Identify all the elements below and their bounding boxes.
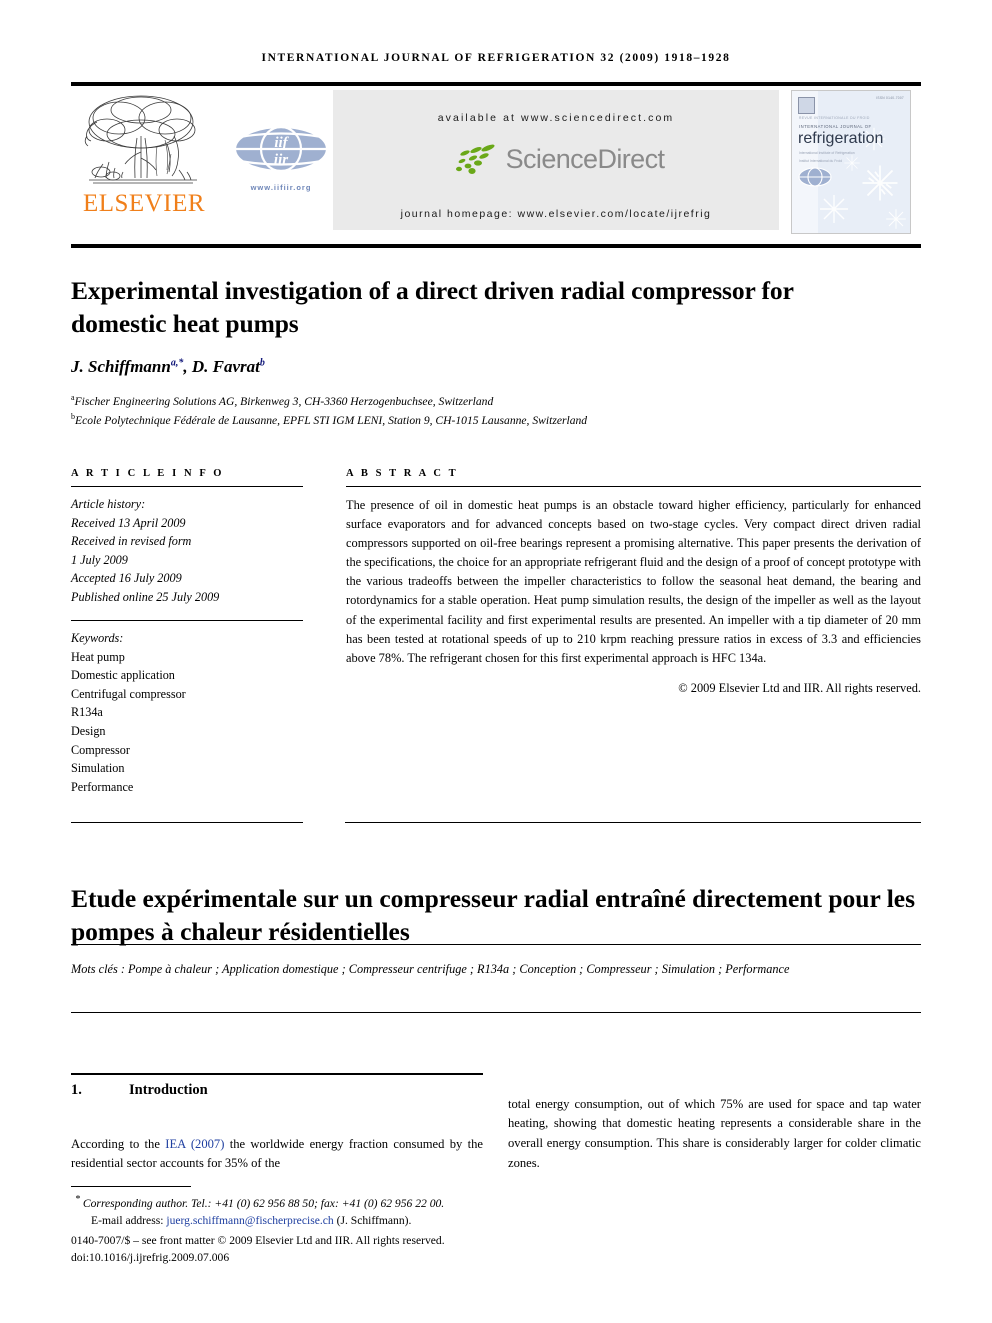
intro-paragraph-right: total energy consumption, out of which 7… (508, 1096, 921, 1171)
doi-line: doi:10.1016/j.ijrefrig.2009.07.006 (71, 1251, 230, 1265)
available-at-label: available at www.sciencedirect.com (437, 112, 675, 124)
history-item: Accepted 16 July 2009 (71, 571, 182, 586)
article-history: Article history: Received 13 April 2009 … (71, 495, 303, 606)
divider (345, 822, 921, 823)
keywords-list: Keywords: Heat pump Domestic application… (71, 629, 303, 796)
footnote-rule (71, 1186, 191, 1187)
abstract-heading: A B S T R A C T (346, 468, 459, 479)
sciencedirect-leaves-icon (455, 144, 495, 174)
cover-subtitle-en: INTERNATIONAL JOURNAL OF (799, 124, 872, 129)
journal-homepage-label: journal homepage: www.elsevier.com/locat… (400, 208, 712, 220)
asterisk-icon: * (75, 1194, 80, 1205)
elsevier-wordmark: ELSEVIER (82, 190, 206, 217)
keyword-item: Heat pump (71, 649, 125, 664)
elsevier-tree-icon (79, 92, 207, 190)
sciencedirect-logo: ScienceDirect (333, 142, 779, 176)
divider (71, 1012, 921, 1013)
divider (71, 944, 921, 945)
svg-text:iir: iir (274, 152, 288, 168)
running-head: INTERNATIONAL JOURNAL OF REFRIGERATION 3… (261, 52, 731, 64)
journal-article-page: INTERNATIONAL JOURNAL OF REFRIGERATION 3… (0, 0, 992, 1323)
history-item: Received in revised form (71, 534, 192, 549)
divider (346, 486, 921, 487)
keyword-item: Centrifugal compressor (71, 686, 186, 701)
keyword-item: Domestic application (71, 668, 175, 683)
email-note: E-mail address: juerg.schiffmann@fischer… (71, 1212, 571, 1229)
elsevier-logo: ELSEVIER (79, 92, 209, 216)
iir-logo: iif iir www.iifiir.org (233, 124, 329, 192)
author-list: J. Schiffmanna,*, D. Favratb (71, 357, 871, 377)
email-label: E-mail address: (91, 1214, 167, 1228)
section-number: 1. (71, 1082, 82, 1098)
abstract-text: The presence of oil in domestic heat pum… (346, 498, 921, 665)
divider (71, 822, 303, 823)
abstract-column: A B S T R A C T The presence of oil in d… (346, 468, 921, 796)
french-keywords: Mots clés : Pompe à chaleur ; Applicatio… (71, 962, 790, 976)
affiliation-item: aFischer Engineering Solutions AG, Birke… (71, 392, 921, 411)
keyword-item: Design (71, 724, 106, 739)
article-info-heading: A R T I C L E I N F O (71, 468, 225, 479)
keywords-title: Keywords: (71, 631, 124, 646)
journal-cover-thumbnail: ISSN 0140-7007 REVUE INTERNATIONALE DU F… (791, 90, 911, 234)
cover-subtitle-fr: REVUE INTERNATIONALE DU FROID (799, 116, 870, 120)
corresponding-author-note: * Corresponding author. Tel.: +41 (0) 62… (71, 1192, 571, 1212)
svg-text:iif: iif (274, 135, 289, 151)
history-item: Received 13 April 2009 (71, 515, 186, 530)
cover-issn-label: ISSN 0140-7007 (876, 96, 904, 100)
keyword-item: R134a (71, 705, 103, 720)
intro-paragraph-left: According to the IEA (2007) the worldwid… (71, 1135, 483, 1175)
cover-title: refrigeration (798, 130, 884, 147)
iir-globe-icon: iif iir (233, 125, 329, 173)
email-link[interactable]: juerg.schiffmann@fischerprecise.ch (166, 1214, 333, 1227)
author-names: J. Schiffmanna,*, D. Favratb (71, 357, 265, 376)
affiliation-text: Fischer Engineering Solutions AG, Birken… (74, 394, 494, 408)
corresponding-author-text: Corresponding author. Tel.: +41 (0) 62 9… (82, 1196, 445, 1210)
divider (71, 1073, 483, 1075)
article-history-title: Article history: (71, 497, 146, 511)
keyword-item: Performance (71, 779, 134, 794)
journal-cover-zone: ISSN 0140-7007 REVUE INTERNATIONALE DU F… (779, 86, 921, 236)
issn-front-matter: 0140-7007/$ – see front matter © 2009 El… (71, 1233, 445, 1247)
iir-url-label: www.iifiir.org (250, 183, 312, 192)
footnotes: * Corresponding author. Tel.: +41 (0) 62… (71, 1192, 571, 1266)
cover-globe-icon (798, 167, 832, 187)
affiliation-item: bEcole Polytechnique Fédérale de Lausann… (71, 411, 921, 430)
abstract-copyright: © 2009 Elsevier Ltd and IIR. All rights … (678, 680, 921, 695)
cover-iir-mark (798, 97, 815, 114)
sciencedirect-panel: available at www.sciencedirect.com Scien… (333, 90, 779, 230)
divider (71, 486, 303, 487)
email-suffix: (J. Schiffmann). (333, 1214, 412, 1228)
keyword-item: Simulation (71, 761, 125, 776)
masthead-banner: ELSEVIER iif iir www.iifiir.org availabl… (71, 82, 921, 248)
cover-institute-fr: Institut International du Froid (799, 159, 842, 163)
affiliations: aFischer Engineering Solutions AG, Birke… (71, 392, 921, 430)
french-title: Etude expérimentale sur un compresseur r… (71, 884, 916, 946)
history-item: Published online 25 July 2009 (71, 589, 220, 604)
intro-text-pre: According to the (71, 1136, 166, 1151)
history-item: 1 July 2009 (71, 552, 128, 567)
article-title: Experimental investigation of a direct d… (71, 276, 794, 338)
publisher-logo-zone: ELSEVIER iif iir www.iifiir.org (71, 86, 333, 236)
cover-institute-en: International Institute of Refrigeration (799, 151, 855, 155)
divider (71, 620, 303, 622)
info-abstract-block: A R T I C L E I N F O Article history: R… (71, 468, 921, 796)
sciencedirect-wordmark: ScienceDirect (505, 143, 665, 174)
section-heading: 1. Introduction (71, 1082, 483, 1099)
section-title: Introduction (129, 1082, 208, 1098)
article-info-column: A R T I C L E I N F O Article history: R… (71, 468, 303, 796)
citation-link-iea[interactable]: IEA (2007) (165, 1137, 224, 1151)
affiliation-text: Ecole Polytechnique Fédérale de Lausanne… (75, 413, 588, 427)
keyword-item: Compressor (71, 742, 130, 757)
